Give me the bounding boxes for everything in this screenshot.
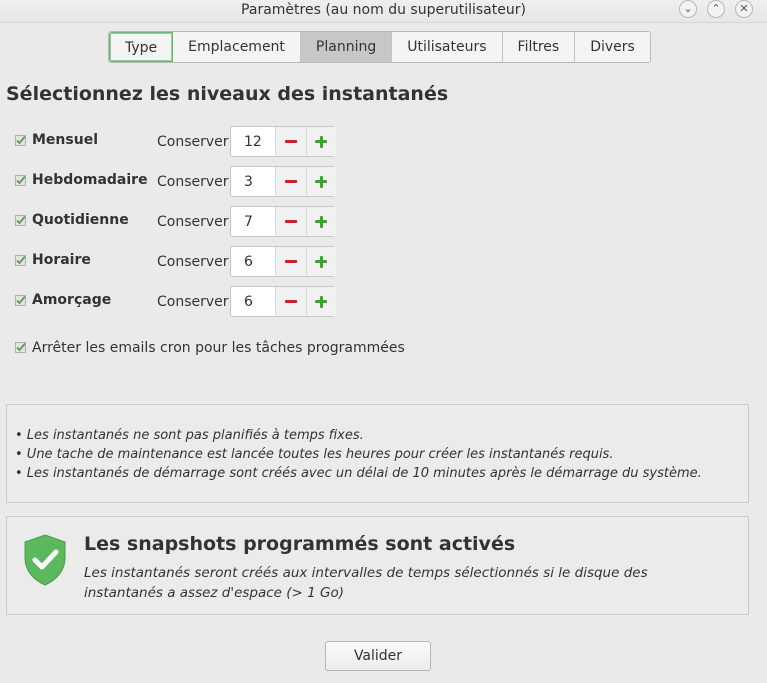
window-title: Paramètres (au nom du superutilisateur) <box>241 2 526 18</box>
keep-label: Conserver <box>157 254 229 270</box>
level-row-monthly: Mensuel Conserver 12 <box>0 126 380 158</box>
keep-label: Conserver <box>157 214 229 230</box>
decrement-button[interactable] <box>276 127 307 156</box>
decrement-button[interactable] <box>276 207 307 236</box>
chevron-down-icon[interactable]: ⌄ <box>679 0 697 18</box>
increment-button[interactable] <box>306 287 336 316</box>
boot-stepper: 6 <box>230 286 336 317</box>
info-line: • Une tache de maintenance est lancée to… <box>15 447 614 462</box>
status-box: Les snapshots programmés sont activés Le… <box>6 516 749 615</box>
level-label: Horaire <box>32 252 91 268</box>
hourly-stepper: 6 <box>230 246 336 277</box>
monthly-checkbox[interactable] <box>15 135 26 146</box>
level-row-boot: Amorçage Conserver 6 <box>0 286 380 318</box>
validate-button[interactable]: Valider <box>325 641 431 671</box>
increment-button[interactable] <box>306 127 336 156</box>
close-icon[interactable]: ✕ <box>735 0 753 18</box>
info-box: • Les instantanés ne sont pas planifiés … <box>6 404 749 503</box>
increment-button[interactable] <box>306 207 336 236</box>
stepper-value[interactable]: 6 <box>244 254 253 270</box>
daily-stepper: 7 <box>230 206 336 237</box>
daily-checkbox[interactable] <box>15 215 26 226</box>
section-heading: Sélectionnez les niveaux des instantanés <box>6 83 449 105</box>
hourly-checkbox[interactable] <box>15 255 26 266</box>
info-line: • Les instantanés de démarrage sont créé… <box>15 466 702 481</box>
level-label: Hebdomadaire <box>32 172 148 188</box>
tab-filtres[interactable]: Filtres <box>502 32 576 62</box>
keep-label: Conserver <box>157 134 229 150</box>
stepper-value[interactable]: 7 <box>244 214 253 230</box>
cron-email-checkbox[interactable] <box>15 342 26 353</box>
cron-email-row: Arrêter les emails cron pour les tâches … <box>0 336 500 360</box>
tab-type[interactable]: Type <box>109 32 174 62</box>
stepper-value[interactable]: 12 <box>244 134 262 150</box>
chevron-up-icon[interactable]: ⌃ <box>707 0 725 18</box>
level-row-weekly: Hebdomadaire Conserver 3 <box>0 166 380 198</box>
minus-icon <box>285 260 297 263</box>
stepper-value[interactable]: 6 <box>244 294 253 310</box>
info-line: • Les instantanés ne sont pas planifiés … <box>15 428 364 443</box>
increment-button[interactable] <box>306 247 336 276</box>
decrement-button[interactable] <box>276 247 307 276</box>
cron-email-label: Arrêter les emails cron pour les tâches … <box>32 340 405 356</box>
weekly-checkbox[interactable] <box>15 175 26 186</box>
decrement-button[interactable] <box>276 287 307 316</box>
weekly-stepper: 3 <box>230 166 336 197</box>
tab-divers[interactable]: Divers <box>575 32 650 62</box>
tab-planning[interactable]: Planning <box>300 32 393 62</box>
decrement-button[interactable] <box>276 167 307 196</box>
keep-label: Conserver <box>157 174 229 190</box>
keep-label: Conserver <box>157 294 229 310</box>
shield-check-icon <box>23 534 67 586</box>
tab-utilisateurs[interactable]: Utilisateurs <box>392 32 503 62</box>
stepper-value[interactable]: 3 <box>244 174 253 190</box>
level-label: Quotidienne <box>32 212 129 228</box>
minus-icon <box>285 300 297 303</box>
minus-icon <box>285 180 297 183</box>
tab-bar: Type Emplacement Planning Utilisateurs F… <box>108 31 651 63</box>
monthly-stepper: 12 <box>230 126 336 157</box>
title-bar: Paramètres (au nom du superutilisateur) … <box>0 0 767 23</box>
level-row-daily: Quotidienne Conserver 7 <box>0 206 380 238</box>
status-title: Les snapshots programmés sont activés <box>84 533 516 555</box>
minus-icon <box>285 220 297 223</box>
minus-icon <box>285 140 297 143</box>
tab-emplacement[interactable]: Emplacement <box>173 32 301 62</box>
boot-checkbox[interactable] <box>15 295 26 306</box>
level-row-hourly: Horaire Conserver 6 <box>0 246 380 278</box>
increment-button[interactable] <box>306 167 336 196</box>
level-label: Amorçage <box>32 292 112 308</box>
level-label: Mensuel <box>32 132 98 148</box>
status-description: Les instantanés seront créés aux interva… <box>84 565 648 601</box>
